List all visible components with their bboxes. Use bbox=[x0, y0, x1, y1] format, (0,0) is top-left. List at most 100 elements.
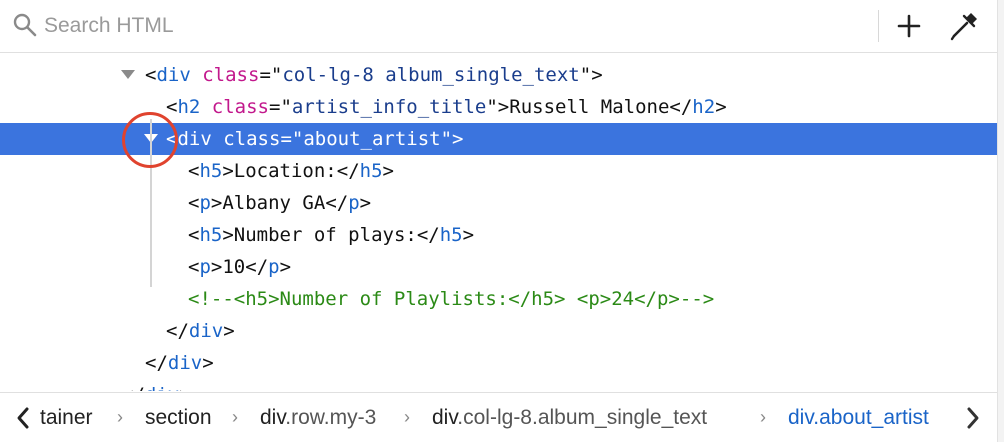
token-punc: > bbox=[202, 352, 214, 374]
breadcrumb-item[interactable]: div.col-lg-8.album_single_text bbox=[432, 406, 707, 430]
token-punc: </ bbox=[416, 224, 440, 246]
breadcrumb-item[interactable]: tainer bbox=[40, 406, 93, 430]
token-punc: > bbox=[462, 224, 475, 246]
breadcrumb-tag: div bbox=[788, 406, 814, 429]
breadcrumb: tainer section div.row.my-3 div.col-lg-8.al… bbox=[0, 392, 997, 443]
breadcrumb-classes: .about_artist bbox=[813, 406, 929, 429]
token-punc: < bbox=[188, 224, 200, 246]
token-punc: > bbox=[179, 384, 190, 391]
token-tag: p bbox=[199, 192, 211, 214]
node-markup: <div class="col-lg-8 album_single_text"> bbox=[145, 59, 603, 91]
breadcrumb-separator-icon: › bbox=[760, 407, 766, 427]
breadcrumb-item-active[interactable]: div.about_artist bbox=[788, 406, 929, 430]
token-punc: > bbox=[222, 160, 234, 182]
token-txt: Location: bbox=[233, 160, 337, 182]
tree-row[interactable]: </div> bbox=[0, 315, 997, 347]
token-punc: > bbox=[359, 192, 372, 214]
token-punc: < bbox=[188, 256, 200, 278]
token-attr: class bbox=[202, 64, 260, 86]
node-markup: </div> bbox=[145, 347, 214, 379]
token-punc: > bbox=[210, 192, 223, 214]
breadcrumb-tag: section bbox=[145, 406, 212, 429]
tree-row[interactable]: </div> bbox=[0, 379, 997, 391]
node-markup: <h2 class="artist_info_title">Russell Ma… bbox=[166, 91, 727, 123]
token-punc: =" bbox=[259, 64, 283, 86]
token-tag: div bbox=[177, 128, 212, 150]
scrollbar-track[interactable] bbox=[997, 0, 1004, 442]
token-punc: </ bbox=[336, 160, 360, 182]
token-val: col-lg-8 album_single_text bbox=[282, 64, 580, 86]
token-tag: p bbox=[268, 256, 280, 278]
tree-row[interactable]: <!--<h5>Number of Playlists:</h5> <p>24<… bbox=[0, 283, 997, 315]
toolbar-divider bbox=[878, 10, 879, 42]
token-punc bbox=[212, 128, 223, 150]
node-markup: <p>10</p> bbox=[188, 251, 291, 283]
node-markup: <div class="about_artist"> bbox=[166, 123, 464, 155]
token-punc: > bbox=[279, 256, 292, 278]
token-punc: =" bbox=[269, 96, 292, 118]
token-txt: 10 bbox=[222, 256, 246, 278]
token-tag: p bbox=[199, 256, 211, 278]
token-punc: < bbox=[145, 64, 157, 86]
token-tag: h2 bbox=[692, 96, 716, 118]
token-punc: > bbox=[223, 320, 235, 342]
token-val: artist_info_title bbox=[291, 96, 487, 118]
plus-icon[interactable] bbox=[892, 10, 926, 42]
breadcrumb-tag: div bbox=[260, 406, 286, 429]
node-markup: </div> bbox=[122, 379, 191, 391]
token-punc: "> bbox=[440, 128, 464, 150]
token-val: about_artist bbox=[303, 128, 441, 150]
tree-row[interactable]: </div> bbox=[0, 347, 997, 379]
breadcrumb-tag: tainer bbox=[40, 406, 93, 429]
breadcrumb-separator-icon: › bbox=[232, 407, 238, 427]
expand-toggle-icon[interactable] bbox=[121, 70, 135, 79]
token-tag: div bbox=[188, 320, 224, 342]
token-txt: Albany GA bbox=[222, 192, 326, 214]
breadcrumb-separator-icon: › bbox=[117, 407, 123, 427]
node-markup: <h5>Number of plays:</h5> bbox=[188, 219, 474, 251]
token-tag: h5 bbox=[439, 224, 463, 246]
tree-row[interactable]: <div class="col-lg-8 album_single_text"> bbox=[0, 59, 997, 91]
token-punc: "> bbox=[579, 64, 603, 86]
token-tag: div bbox=[145, 384, 179, 391]
token-punc: </ bbox=[669, 96, 693, 118]
token-txt: Russell Malone bbox=[509, 96, 670, 118]
node-markup: <h5>Location:</h5> bbox=[188, 155, 394, 187]
node-markup: </div> bbox=[166, 315, 235, 347]
highlight-circle bbox=[122, 112, 178, 168]
token-attr: class bbox=[223, 128, 281, 150]
eyedropper-icon[interactable] bbox=[946, 8, 982, 44]
token-tag: p bbox=[348, 192, 360, 214]
token-tag: h5 bbox=[359, 160, 383, 182]
breadcrumb-separator-icon: › bbox=[404, 407, 410, 427]
token-tag: h5 bbox=[199, 160, 223, 182]
inspector-toolbar bbox=[0, 0, 1004, 53]
token-punc: < bbox=[188, 192, 200, 214]
token-punc: </ bbox=[166, 320, 189, 342]
node-markup: <p>Albany GA</p> bbox=[188, 187, 371, 219]
chevron-left-icon[interactable] bbox=[10, 401, 36, 435]
node-markup: <!--<h5>Number of Playlists:</h5> <p>24<… bbox=[188, 283, 714, 315]
token-punc: < bbox=[188, 160, 200, 182]
token-punc: </ bbox=[325, 192, 349, 214]
breadcrumb-classes: .row.my-3 bbox=[285, 406, 377, 429]
token-punc: > bbox=[210, 256, 223, 278]
chevron-right-icon[interactable] bbox=[960, 401, 986, 435]
token-tag: h5 bbox=[199, 224, 223, 246]
breadcrumb-classes: .col-lg-8.album_single_text bbox=[457, 406, 708, 429]
search-icon bbox=[13, 13, 37, 37]
token-punc: "> bbox=[486, 96, 510, 118]
breadcrumb-tag: div bbox=[432, 406, 458, 429]
token-cmt: <!--<h5>Number of Playlists:</h5> <p>24<… bbox=[188, 288, 715, 310]
token-attr: class bbox=[211, 96, 269, 118]
token-punc bbox=[200, 96, 211, 118]
breadcrumb-item[interactable]: section bbox=[145, 406, 212, 430]
token-punc: </ bbox=[122, 384, 145, 391]
search-input[interactable] bbox=[44, 10, 844, 42]
breadcrumb-item[interactable]: div.row.my-3 bbox=[260, 406, 376, 430]
token-punc: > bbox=[222, 224, 234, 246]
token-txt: Number of plays: bbox=[233, 224, 417, 246]
token-punc: > bbox=[382, 160, 394, 182]
token-tag: div bbox=[167, 352, 203, 374]
token-tag: h2 bbox=[177, 96, 201, 118]
